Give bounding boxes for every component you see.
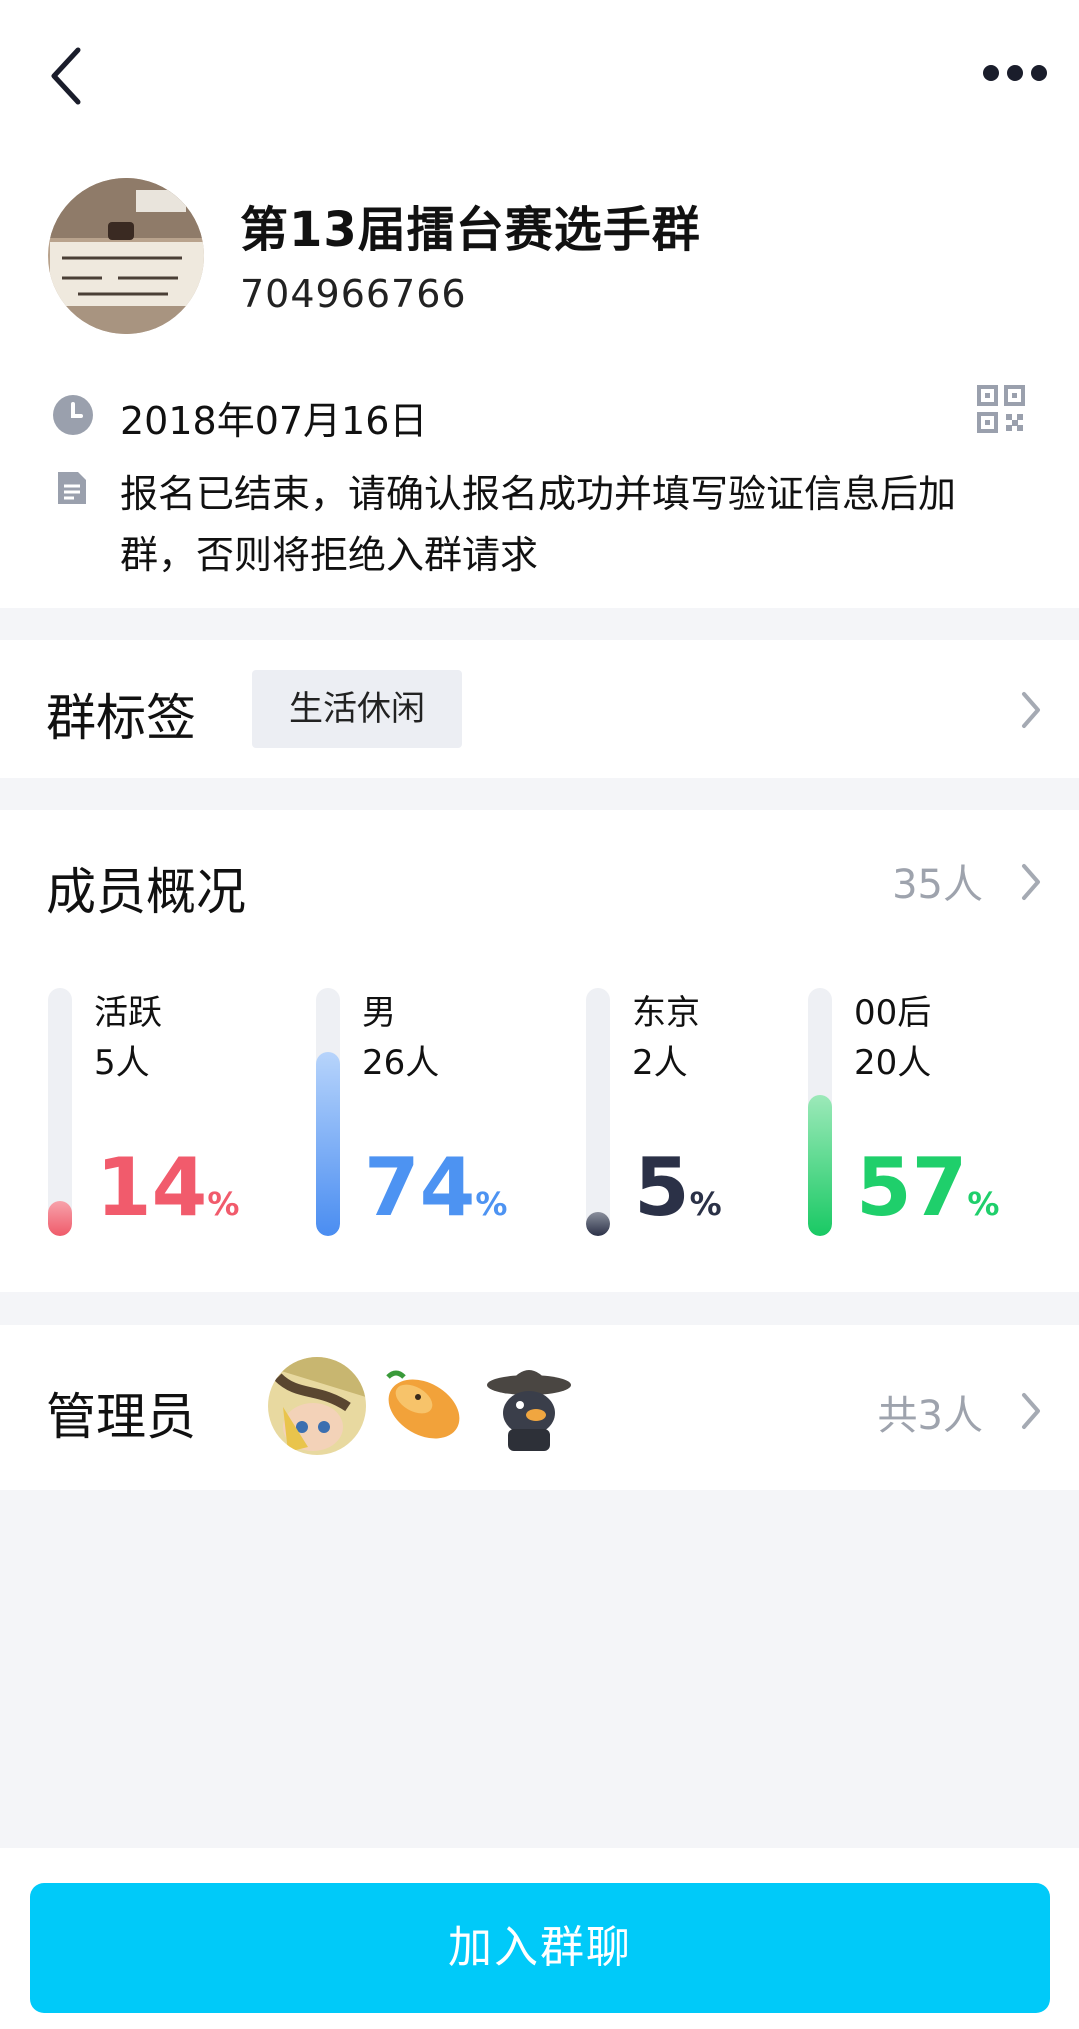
- admins-title: 管理员: [46, 1388, 196, 1446]
- stat-percent: 74%: [364, 1141, 508, 1234]
- stat-bar-fill: [808, 1095, 832, 1236]
- admin-avatar-2[interactable]: [374, 1357, 472, 1455]
- stat-count: 2人: [632, 1043, 688, 1083]
- stat-count: 20人: [854, 1043, 932, 1083]
- stat-bar-fill: [48, 1201, 72, 1236]
- group-tags-row[interactable]: 群标签 生活休闲: [0, 640, 1079, 778]
- member-total: 35人: [892, 862, 983, 908]
- document-icon: [58, 472, 86, 504]
- group-description: 报名已结束，请确认报名成功并填写验证信息后加群，否则将拒绝入群请求: [120, 472, 957, 577]
- stat-percent: 5%: [634, 1141, 722, 1234]
- chevron-right-icon: [1022, 692, 1040, 728]
- admins-row[interactable]: 管理员 共3人: [0, 1325, 1079, 1490]
- group-tags-title: 群标签: [46, 689, 196, 747]
- stat-male: 男 26人 74%: [316, 988, 576, 1248]
- qr-code-icon[interactable]: [976, 384, 1026, 434]
- tag-chip: 生活休闲: [252, 670, 462, 748]
- stat-label: 活跃: [94, 993, 162, 1033]
- stat-label: 东京: [632, 993, 700, 1033]
- back-arrow-icon[interactable]: [42, 40, 94, 112]
- join-group-button[interactable]: 加入群聊: [30, 1883, 1050, 2013]
- member-overview-section[interactable]: 成员概况 35人 活跃 5人 14% 男 26人 74% 东京 2人 5% 00…: [0, 810, 1079, 1292]
- stat-percent: 57%: [856, 1141, 1000, 1234]
- stat-active: 活跃 5人 14%: [48, 988, 308, 1248]
- stat-bar-track: [316, 988, 340, 1236]
- stat-percent: 14%: [96, 1141, 240, 1234]
- group-avatar[interactable]: [48, 178, 204, 334]
- group-header-section: 第13届擂台赛选手群 704966766 2018年07月16日 报名已结束，请…: [0, 0, 1079, 608]
- member-overview-title: 成员概况: [46, 863, 246, 921]
- stat-count: 26人: [362, 1043, 440, 1083]
- stat-bar-track: [586, 988, 610, 1236]
- stat-bar-fill: [316, 1052, 340, 1236]
- clock-icon: [53, 395, 93, 435]
- stat-count: 5人: [94, 1043, 150, 1083]
- admin-avatar-3[interactable]: [480, 1357, 578, 1455]
- stat-bar-fill: [586, 1212, 610, 1236]
- stat-bar-track: [48, 988, 72, 1236]
- stat-bar-track: [808, 988, 832, 1236]
- admins-total: 共3人: [877, 1393, 983, 1439]
- group-name: 第13届擂台赛选手群: [240, 202, 701, 258]
- admin-avatar-1[interactable]: [268, 1357, 366, 1455]
- stat-age: 00后 20人 57%: [808, 988, 1068, 1248]
- stat-label: 男: [362, 993, 396, 1033]
- group-id: 704966766: [240, 272, 467, 316]
- chevron-right-icon: [1022, 864, 1040, 900]
- more-options-icon[interactable]: [982, 58, 1048, 88]
- stat-label: 00后: [854, 993, 932, 1033]
- chevron-right-icon: [1022, 1393, 1040, 1429]
- stat-location: 东京 2人 5%: [586, 988, 846, 1248]
- creation-date: 2018年07月16日: [120, 399, 428, 443]
